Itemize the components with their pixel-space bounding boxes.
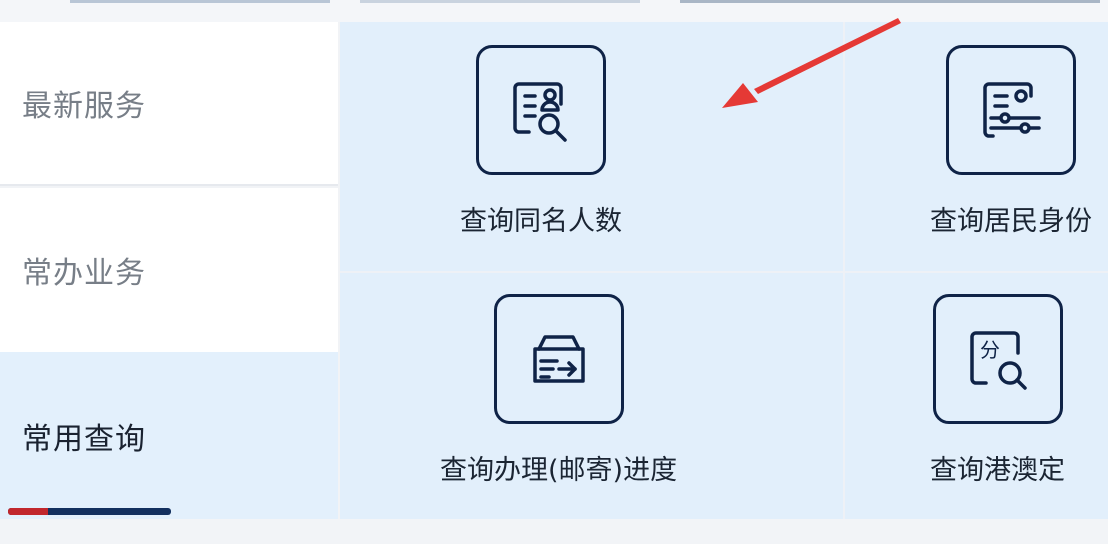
annotation-arrow-icon [722, 18, 901, 108]
